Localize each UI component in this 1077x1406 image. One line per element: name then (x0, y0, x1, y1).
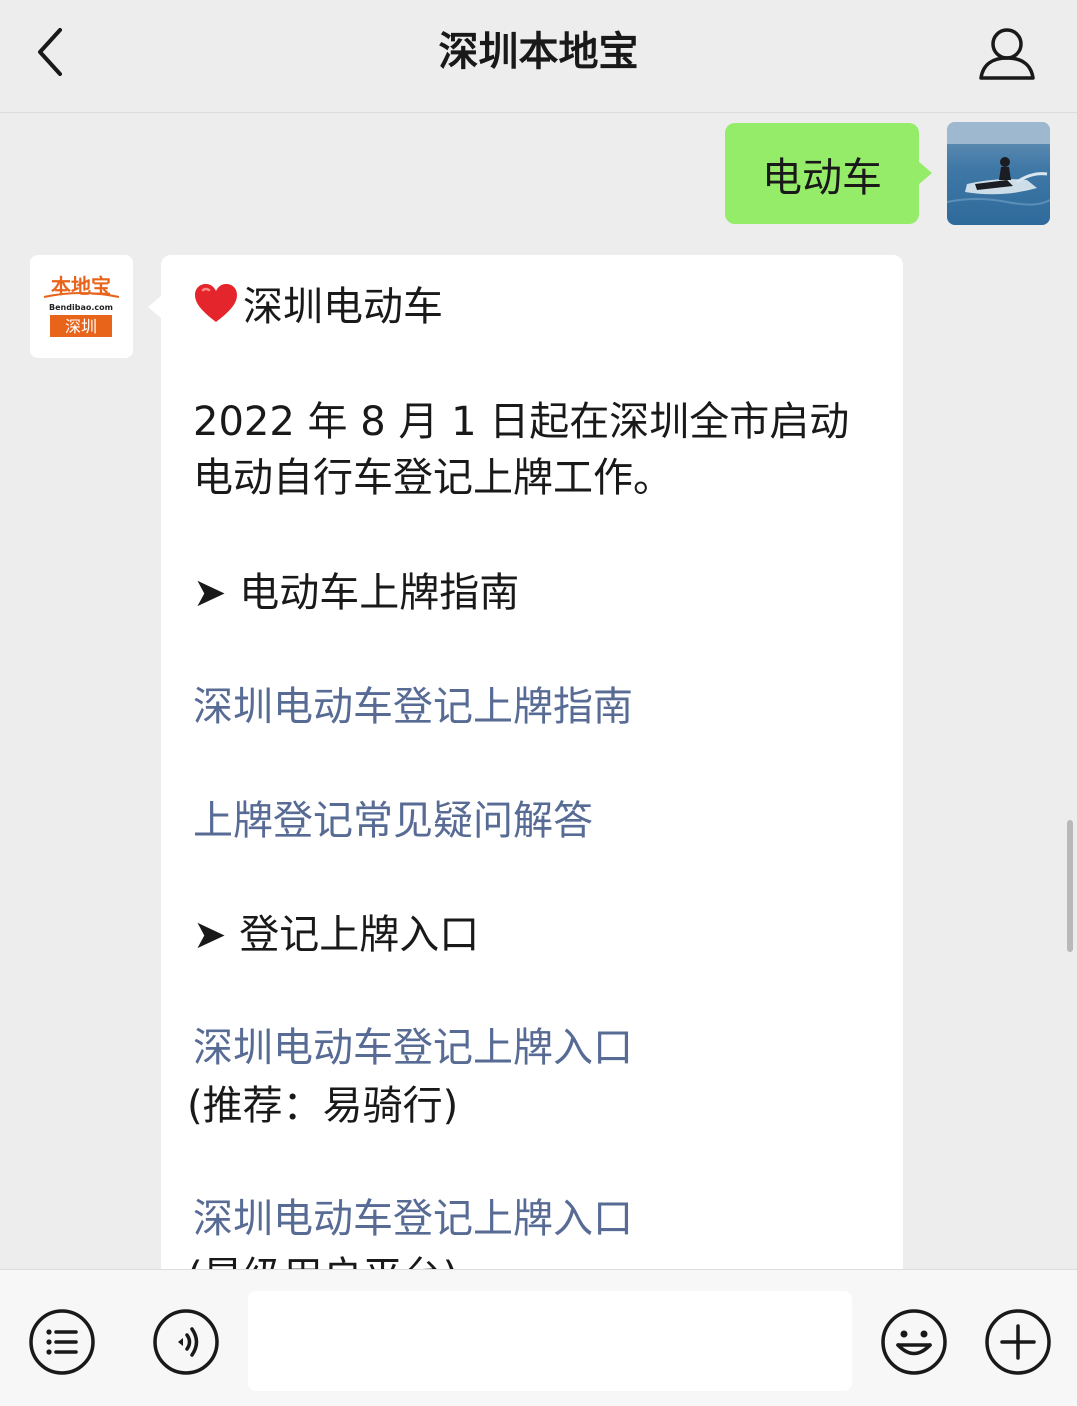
bot-avatar[interactable]: 本地宝 Bendibao.com 深圳 (30, 255, 133, 358)
message-input[interactable] (248, 1291, 852, 1391)
section-heading-guide: ➤ 电动车上牌指南 (193, 570, 520, 616)
intro-line-2: 电动自行车登记上牌工作。 (193, 455, 673, 501)
link-registration-guide[interactable]: 深圳电动车登记上牌指南 (193, 679, 633, 735)
link-faq[interactable]: 上牌登记常见疑问解答 (193, 793, 593, 849)
link-registration-entry-1[interactable]: 深圳电动车登记上牌入口 (193, 1020, 633, 1076)
message-heading: 深圳电动车 (193, 279, 443, 335)
input-bar (0, 1269, 1077, 1406)
page-title: 深圳本地宝 (438, 29, 639, 75)
user-avatar[interactable] (947, 122, 1050, 225)
chat-area[interactable]: 电动车 本地宝 Bendibao.com 深圳 深圳电动车 2022 年 8 月… (0, 113, 1077, 1269)
user-message-bubble[interactable]: 电动车 (725, 123, 932, 224)
menu-button[interactable] (28, 1308, 95, 1375)
svg-text:深圳: 深圳 (65, 317, 97, 336)
heart-icon (195, 284, 237, 322)
intro-line-1: 2022 年 8 月 1 日起在深圳全市启动 (193, 399, 850, 445)
scrollbar[interactable] (1067, 820, 1073, 952)
title-bar: 深圳本地宝 (0, 0, 1077, 113)
list-icon (29, 1309, 95, 1375)
bendibao-logo-icon: 本地宝 Bendibao.com 深圳 (30, 255, 133, 358)
link-note-2: (星级用户平台) (187, 1249, 458, 1269)
emoji-icon (881, 1309, 947, 1375)
plus-button[interactable] (984, 1308, 1051, 1375)
profile-button[interactable] (975, 22, 1039, 86)
jetski-photo-image (947, 122, 1050, 225)
voice-button[interactable] (152, 1308, 219, 1375)
user-message-text: 电动车 (762, 154, 882, 201)
link-note-1: (推荐：易骑行) (187, 1083, 459, 1129)
voice-icon (153, 1309, 219, 1375)
plus-icon (985, 1309, 1051, 1375)
bot-message-bubble: 深圳电动车 2022 年 8 月 1 日起在深圳全市启动 电动自行车登记上牌工作… (148, 255, 903, 1269)
person-icon (979, 28, 1035, 80)
link-registration-entry-2[interactable]: 深圳电动车登记上牌入口 (193, 1191, 633, 1247)
heading-text: 深圳电动车 (243, 284, 443, 330)
emoji-button[interactable] (880, 1308, 947, 1375)
section-heading-entry: ➤ 登记上牌入口 (193, 912, 480, 958)
svg-text:Bendibao.com: Bendibao.com (49, 303, 113, 312)
